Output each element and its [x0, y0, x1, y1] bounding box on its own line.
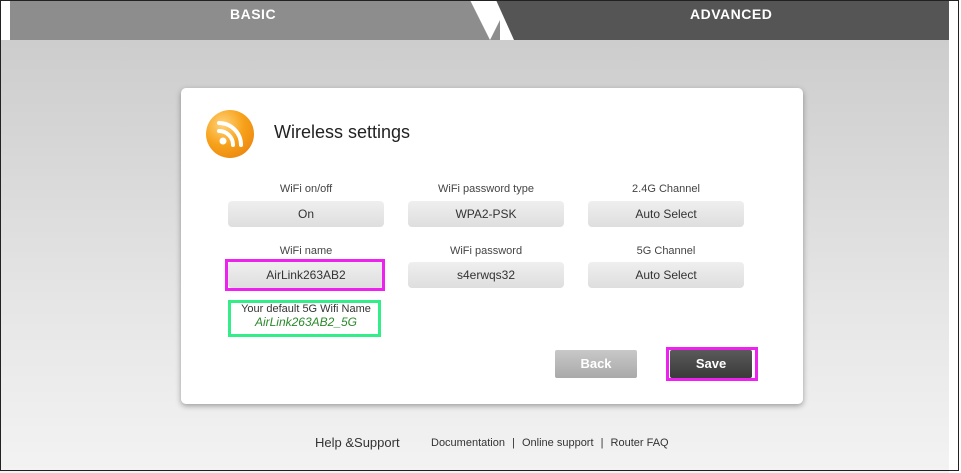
documentation-link[interactable]: Documentation	[431, 437, 505, 449]
router-faq-link[interactable]: Router FAQ	[611, 437, 669, 449]
help-support-label: Help &Support	[315, 435, 400, 450]
password-type-select[interactable]: WPA2-PSK	[408, 201, 564, 227]
wifi-name-label: WiFi name	[279, 245, 333, 257]
password-type-label: WiFi password type	[438, 183, 534, 195]
channel-5g-label: 5G Channel	[636, 245, 696, 257]
wifi-password-label: WiFi password	[449, 245, 523, 257]
wifi-onoff-select[interactable]: On	[228, 201, 384, 227]
wifi-onoff-label: WiFi on/off	[279, 183, 333, 195]
default-5g-name-note: Your default 5G Wifi Name AirLink263AB2_…	[232, 303, 380, 329]
footer-links: Documentation | Online support | Router …	[429, 437, 671, 449]
back-button[interactable]: Back	[555, 350, 637, 378]
tab-advanced-label[interactable]: ADVANCED	[690, 6, 772, 22]
default-5g-name-value: AirLink263AB2_5G	[254, 315, 358, 329]
wifi-rss-icon	[206, 110, 254, 158]
footer-separator: |	[600, 437, 604, 449]
channel-5g-select[interactable]: Auto Select	[588, 262, 744, 288]
channel-24g-label: 2.4G Channel	[632, 183, 700, 195]
tab-basic-label[interactable]: BASIC	[230, 6, 276, 22]
wifi-password-input[interactable]: s4erwqs32	[408, 262, 564, 288]
wifi-name-highlight	[225, 259, 385, 291]
channel-24g-select[interactable]: Auto Select	[588, 201, 744, 227]
save-button-highlight	[666, 347, 758, 381]
page-edge	[949, 0, 961, 473]
panel-title: Wireless settings	[274, 122, 411, 142]
footer-separator: |	[512, 437, 515, 449]
top-nav-bar: BASIC ADVANCED	[0, 0, 961, 40]
online-support-link[interactable]: Online support	[522, 437, 594, 449]
